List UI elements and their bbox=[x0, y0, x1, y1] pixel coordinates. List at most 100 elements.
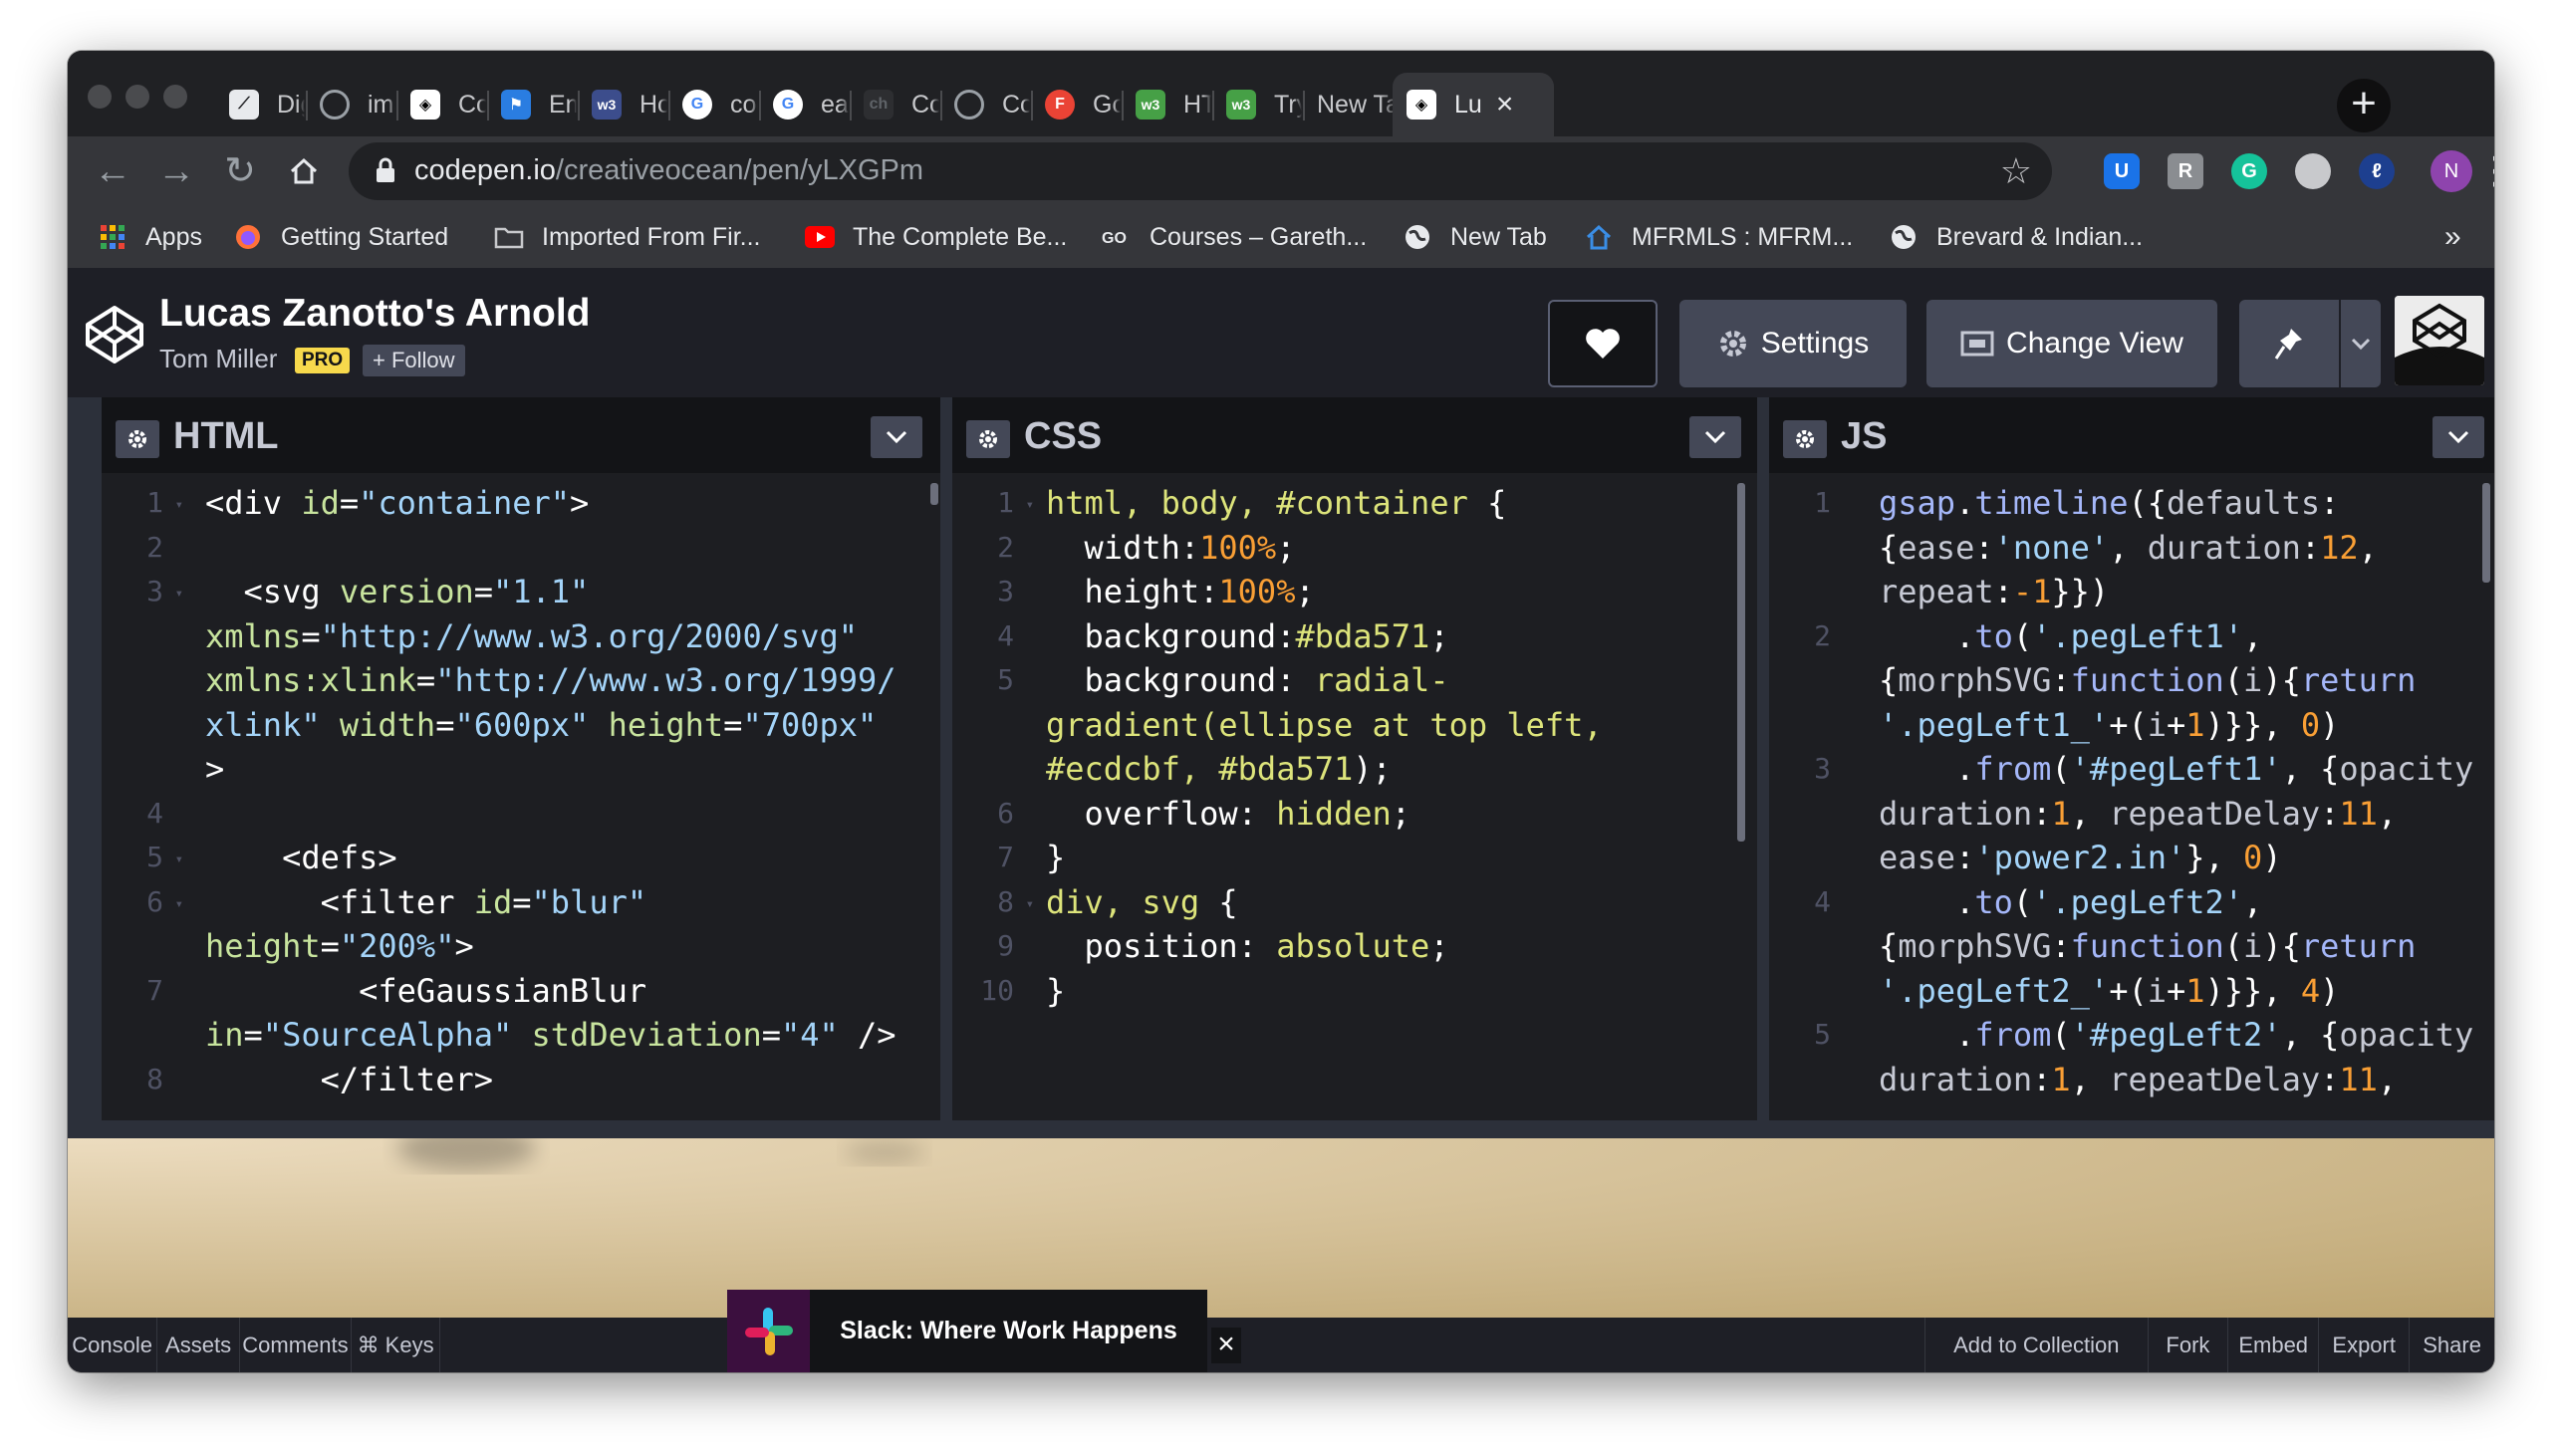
back-arrow-icon[interactable]: ← bbox=[88, 146, 137, 196]
preview-resize-handle[interactable] bbox=[68, 1120, 2494, 1138]
code-token: 1 bbox=[2051, 1060, 2071, 1098]
js-collapse-chevron-icon[interactable] bbox=[2432, 416, 2484, 458]
extension-scribble-icon[interactable]: ℓ bbox=[2359, 153, 2395, 189]
heart-button[interactable] bbox=[1548, 300, 1658, 387]
close-window-dot[interactable] bbox=[88, 85, 112, 109]
bookmark-item[interactable]: Imported From Fir... bbox=[494, 206, 760, 268]
fold-arrow-icon[interactable]: ▾ bbox=[1026, 882, 1034, 927]
pin-dropdown-chevron-icon[interactable] bbox=[2341, 300, 2381, 387]
bookmark-item[interactable]: Getting Started bbox=[233, 206, 448, 268]
footer-button[interactable]: Export bbox=[2318, 1318, 2409, 1372]
footer-button[interactable]: Comments bbox=[240, 1318, 353, 1372]
browser-tab[interactable]: Codep bbox=[942, 73, 1030, 136]
js-code-area[interactable]: gsap.timeline({defaults: {ease:'none', du… bbox=[1879, 473, 2474, 1120]
extension-circle-icon[interactable] bbox=[2295, 153, 2331, 189]
browser-tab[interactable]: ch Color bbox=[852, 73, 939, 136]
code-token: : bbox=[2051, 927, 2071, 965]
minimize-window-dot[interactable] bbox=[126, 85, 149, 109]
css-code-area[interactable]: html, body, #container { width:100%; hei… bbox=[1046, 473, 1737, 1120]
footer-button[interactable]: Share bbox=[2409, 1318, 2494, 1372]
codepen-logo-icon[interactable] bbox=[84, 304, 145, 365]
browser-tab[interactable]: ⟋ Digital bbox=[217, 73, 305, 136]
ad-headline[interactable]: Slack: Where Work Happens bbox=[810, 1290, 1207, 1372]
ublock-extension-icon[interactable]: U bbox=[2104, 153, 2140, 189]
forward-arrow-icon[interactable]: → bbox=[151, 146, 201, 196]
firefox-icon bbox=[233, 222, 263, 252]
browser-tab[interactable]: w3 Tryit E bbox=[1214, 73, 1302, 136]
pin-button[interactable] bbox=[2239, 300, 2339, 387]
browser-tab[interactable]: ◈ Lu × bbox=[1393, 73, 1554, 136]
bookmarks-overflow-icon[interactable]: » bbox=[2444, 206, 2461, 268]
code-token: overflow: bbox=[1046, 794, 1277, 833]
browser-tab[interactable]: New Tab bbox=[1305, 73, 1403, 136]
new-tab-plus-icon[interactable]: + bbox=[2337, 79, 2391, 132]
grammarly-extension-icon[interactable]: G bbox=[2231, 153, 2267, 189]
browser-tab[interactable]: w3 How t bbox=[580, 73, 667, 136]
change-view-button[interactable]: Change View bbox=[1926, 300, 2217, 387]
bookmark-item[interactable]: GO Courses – Gareth... bbox=[1102, 206, 1367, 268]
home-icon[interactable] bbox=[279, 146, 329, 196]
code-token: ; bbox=[1276, 528, 1296, 567]
bookmark-star-icon[interactable]: ☆ bbox=[2000, 150, 2032, 192]
fold-arrow-icon[interactable]: ▾ bbox=[175, 838, 183, 882]
slack-ad-banner[interactable]: Slack: Where Work Happens bbox=[727, 1290, 1207, 1372]
code-token: position: bbox=[1046, 927, 1277, 965]
code-token: i bbox=[2147, 971, 2167, 1010]
browser-tab-title: New Tab bbox=[1317, 90, 1403, 119]
css-scrollbar[interactable] bbox=[1737, 483, 1745, 842]
pen-author-link[interactable]: Tom Miller bbox=[159, 344, 277, 374]
footer-button[interactable]: Assets bbox=[157, 1318, 240, 1372]
footer-button[interactable]: Add to Collection bbox=[1924, 1318, 2148, 1372]
url-text[interactable]: codepen.io/creativeocean/pen/yLXGPm bbox=[414, 154, 923, 187]
bookmark-item[interactable]: Brevard & Indian... bbox=[1889, 206, 2143, 268]
chrome-menu-icon[interactable]: ⋮ bbox=[2470, 146, 2494, 196]
browser-tab[interactable]: Geasy c bbox=[761, 73, 849, 136]
footer-button[interactable]: Fork bbox=[2147, 1318, 2228, 1372]
html-collapse-chevron-icon[interactable] bbox=[871, 416, 922, 458]
reload-icon[interactable]: ↻ bbox=[215, 146, 265, 196]
browser-tab[interactable]: ◈ CodeP bbox=[398, 73, 486, 136]
globe-icon bbox=[320, 90, 350, 120]
browser-tab[interactable]: image bbox=[308, 73, 395, 136]
js-scrollbar[interactable] bbox=[2482, 483, 2490, 583]
html-settings-gear-icon[interactable] bbox=[116, 420, 159, 458]
maximize-window-dot[interactable] bbox=[163, 85, 187, 109]
code-line: in="SourceAlpha" stdDeviation="4" /> bbox=[205, 1013, 920, 1058]
user-avatar[interactable] bbox=[2395, 296, 2484, 385]
footer-button[interactable]: Embed bbox=[2227, 1318, 2318, 1372]
bookmark-item[interactable]: New Tab bbox=[1403, 206, 1547, 268]
html-scrollbar[interactable] bbox=[930, 483, 938, 505]
browser-tab[interactable]: F Googl bbox=[1033, 73, 1121, 136]
code-line: </filter> bbox=[205, 1058, 920, 1102]
f-icon: F bbox=[1045, 90, 1075, 120]
fold-arrow-icon[interactable]: ▾ bbox=[175, 483, 183, 528]
code-token: from bbox=[1974, 750, 2052, 788]
code-token: id bbox=[301, 484, 340, 522]
lock-icon[interactable] bbox=[375, 156, 396, 189]
css-collapse-chevron-icon[interactable] bbox=[1689, 416, 1741, 458]
browser-tab[interactable]: w3 HTML bbox=[1124, 73, 1211, 136]
code-line: .from('#pegLeft2', {opacity:0, bbox=[1879, 1013, 2474, 1058]
fold-arrow-icon[interactable]: ▾ bbox=[1026, 483, 1034, 528]
css-settings-gear-icon[interactable] bbox=[966, 420, 1010, 458]
bookmark-item[interactable]: Apps bbox=[98, 206, 202, 268]
html-code-area[interactable]: <div id="container"> <svg version="1.1" x… bbox=[205, 473, 920, 1120]
result-preview[interactable] bbox=[68, 1138, 2494, 1318]
browser-tab[interactable]: Gcodep bbox=[670, 73, 758, 136]
extension-icon[interactable]: R bbox=[2168, 153, 2203, 189]
browser-tab[interactable]: ⚑ Emoji bbox=[489, 73, 577, 136]
settings-button[interactable]: Settings bbox=[1679, 300, 1907, 387]
profile-avatar[interactable]: N bbox=[2431, 150, 2472, 192]
close-tab-icon[interactable]: × bbox=[1496, 88, 1514, 121]
bookmark-item[interactable]: The Complete Be... bbox=[805, 206, 1067, 268]
address-bar[interactable]: codepen.io/creativeocean/pen/yLXGPm ☆ bbox=[349, 142, 2052, 200]
bookmark-item[interactable]: MFRMLS : MFRM... bbox=[1584, 206, 1853, 268]
footer-button[interactable]: ⌘ Keys bbox=[352, 1318, 441, 1372]
fold-arrow-icon[interactable]: ▾ bbox=[175, 572, 183, 616]
footer-button[interactable]: Console bbox=[68, 1318, 158, 1372]
code-line: '.pegLeft1_'+(i+1)}}, 0) bbox=[1879, 703, 2474, 748]
ad-close-icon[interactable]: × bbox=[1211, 1328, 1241, 1363]
fold-arrow-icon[interactable]: ▾ bbox=[175, 882, 183, 927]
js-settings-gear-icon[interactable] bbox=[1783, 420, 1827, 458]
follow-button[interactable]: + Follow bbox=[363, 345, 465, 376]
